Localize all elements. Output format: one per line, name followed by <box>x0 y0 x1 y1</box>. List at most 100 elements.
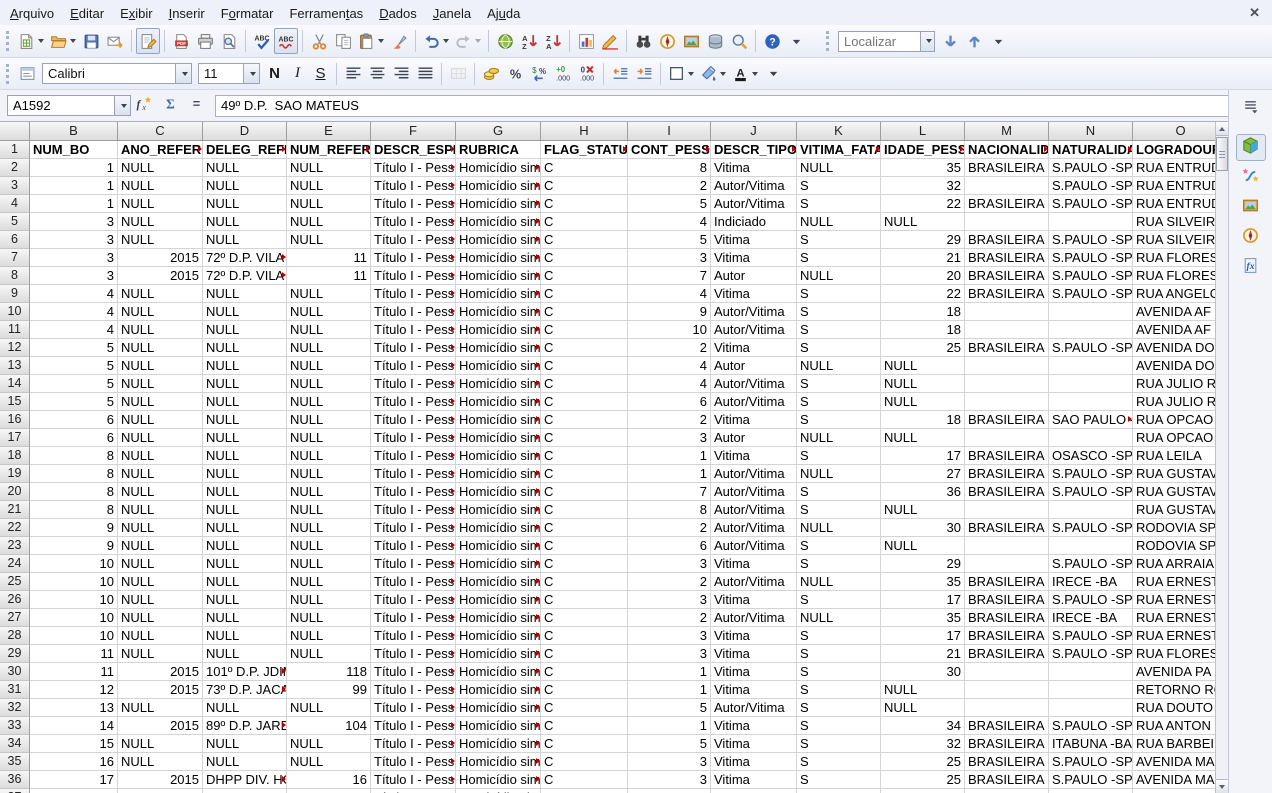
cell[interactable]: Homicídio sim <box>456 267 541 285</box>
cell[interactable]: NULL <box>203 447 287 465</box>
column-header-K[interactable]: K <box>797 122 881 141</box>
row-header-12[interactable]: 12 <box>0 339 30 357</box>
help-button[interactable]: ? <box>760 28 784 54</box>
background-color-dropdown-arrow[interactable] <box>720 72 726 76</box>
cell[interactable]: S <box>797 753 881 771</box>
cell[interactable]: NULL <box>287 447 371 465</box>
cell[interactable]: IDADE_PESSO <box>881 141 965 159</box>
row-header-29[interactable]: 29 <box>0 645 30 663</box>
column-header-C[interactable]: C <box>118 122 203 141</box>
cell[interactable]: BRASILEIRA <box>965 411 1049 429</box>
cell[interactable]: C <box>541 321 628 339</box>
row-header-23[interactable]: 23 <box>0 537 30 555</box>
cell[interactable]: NULL <box>287 213 371 231</box>
cut-button[interactable] <box>307 28 331 54</box>
cell[interactable]: NULL <box>203 429 287 447</box>
find-replace-button[interactable] <box>631 28 655 54</box>
cell[interactable]: 6 <box>628 537 711 555</box>
row-header-15[interactable]: 15 <box>0 393 30 411</box>
cell[interactable]: Vitima <box>711 717 797 735</box>
cell[interactable]: NULL <box>118 699 203 717</box>
cell[interactable]: S.PAULO -SP <box>1049 231 1133 249</box>
cell[interactable]: Autor/Vitima <box>711 573 797 591</box>
cell[interactable]: S.PAULO -SP <box>1049 483 1133 501</box>
cell[interactable]: AVENIDA PA <box>1133 663 1215 681</box>
sort-descending-button[interactable]: ZA <box>541 28 565 54</box>
menu-ferramentas[interactable]: Ferramentas <box>281 2 371 24</box>
cell[interactable]: 2015 <box>118 663 203 681</box>
cell[interactable]: BRASILEIRA <box>965 267 1049 285</box>
menu-dados[interactable]: Dados <box>371 2 425 24</box>
cell[interactable]: NULL <box>203 159 287 177</box>
cell[interactable]: NULL <box>118 177 203 195</box>
row-header-9[interactable]: 9 <box>0 285 30 303</box>
redo-button[interactable] <box>452 28 484 54</box>
cell[interactable]: 35 <box>881 573 965 591</box>
cell[interactable]: NULL <box>203 339 287 357</box>
cell[interactable]: 5 <box>30 375 118 393</box>
cell[interactable]: Autor <box>711 357 797 375</box>
cell[interactable]: S <box>797 393 881 411</box>
increase-indent-button[interactable] <box>632 61 656 87</box>
cell[interactable]: BRASILEIRA <box>965 159 1049 177</box>
cell[interactable]: C <box>541 663 628 681</box>
cell[interactable]: Título I - Pess <box>371 339 456 357</box>
font-size-value[interactable]: 11 <box>199 66 243 81</box>
cell[interactable]: NULL <box>287 519 371 537</box>
cell[interactable]: Indiciado <box>711 213 797 231</box>
cell[interactable]: 2015 <box>118 681 203 699</box>
cell[interactable]: C <box>541 267 628 285</box>
decrease-indent-button[interactable] <box>608 61 632 87</box>
column-header-D[interactable]: D <box>203 122 287 141</box>
row-header-30[interactable]: 30 <box>0 663 30 681</box>
new-dropdown-arrow[interactable] <box>38 39 44 43</box>
cell[interactable]: C <box>541 591 628 609</box>
cell[interactable]: 9 <box>30 537 118 555</box>
cell[interactable]: NULL <box>797 609 881 627</box>
cell[interactable]: S <box>797 537 881 555</box>
cell[interactable]: Autor/Vitima <box>711 375 797 393</box>
cell[interactable]: DELEG_REFER <box>203 141 287 159</box>
cell[interactable]: 4 <box>30 321 118 339</box>
cell[interactable]: C <box>541 177 628 195</box>
cell[interactable]: 30 <box>881 663 965 681</box>
cell[interactable]: Homicídio sim <box>456 645 541 663</box>
cell[interactable]: RUA ERNEST <box>1133 627 1215 645</box>
align-justify-button[interactable] <box>413 61 437 87</box>
cell[interactable]: 7 <box>628 267 711 285</box>
cell[interactable]: 13 <box>30 699 118 717</box>
cell[interactable]: RUA DOUTO <box>1133 699 1215 717</box>
cell[interactable]: BRASILEIRA <box>965 609 1049 627</box>
cell[interactable]: 6 <box>628 393 711 411</box>
cell[interactable]: RODOVIA SP <box>1133 537 1215 555</box>
cell[interactable]: 4 <box>30 303 118 321</box>
cell[interactable]: 5 <box>628 231 711 249</box>
cell[interactable]: S <box>797 177 881 195</box>
cell[interactable]: C <box>541 393 628 411</box>
cell[interactable]: Título I - Pess <box>371 609 456 627</box>
cell[interactable] <box>965 699 1049 717</box>
cell[interactable]: 35 <box>881 159 965 177</box>
cell[interactable]: 2015 <box>118 771 203 789</box>
column-header-N[interactable]: N <box>1049 122 1133 141</box>
cell[interactable]: OSASCO -SP <box>1049 447 1133 465</box>
cell[interactable] <box>30 789 118 793</box>
cell[interactable]: S.PAULO -SP <box>1049 645 1133 663</box>
cell[interactable]: NULL <box>203 753 287 771</box>
cell[interactable]: 9 <box>628 303 711 321</box>
cell[interactable]: RUA OPCAO <box>1133 411 1215 429</box>
cell[interactable]: C <box>541 465 628 483</box>
cell[interactable]: Homicídio sim <box>456 285 541 303</box>
cell[interactable]: NULL <box>203 177 287 195</box>
cell[interactable]: NULL <box>881 375 965 393</box>
cell[interactable] <box>1049 375 1133 393</box>
cell[interactable] <box>965 537 1049 555</box>
cell[interactable]: 10 <box>30 627 118 645</box>
row-header-25[interactable]: 25 <box>0 573 30 591</box>
cell[interactable]: 20 <box>881 267 965 285</box>
cell[interactable]: 18 <box>881 303 965 321</box>
cell[interactable]: Homicídio sim <box>456 321 541 339</box>
cell[interactable]: NULL <box>118 609 203 627</box>
cell[interactable]: 14 <box>30 717 118 735</box>
background-color-button[interactable] <box>697 61 729 87</box>
